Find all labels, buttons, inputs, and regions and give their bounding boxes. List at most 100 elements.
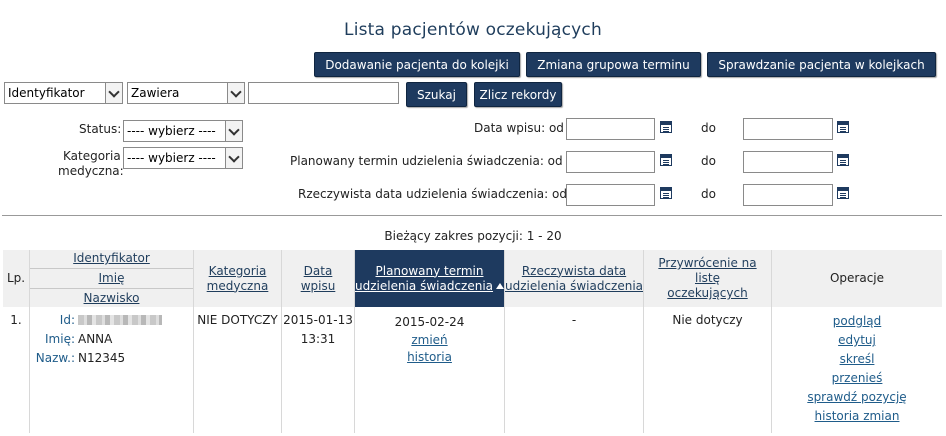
table-row-operations: podgląd edytuj skreśl przenieś sprawdź p… xyxy=(772,307,942,433)
check-patient-button[interactable]: Sprawdzanie pacjenta w kolejkach xyxy=(707,52,936,77)
entry-date-from-input[interactable] xyxy=(566,118,655,140)
table-row-planned-date: 2015-02-24 zmień historia xyxy=(355,307,505,433)
page-title: Lista pacjentów oczekujących xyxy=(344,20,602,40)
status-select[interactable]: ---- wybierz ---- xyxy=(123,120,243,142)
redacted-identifier xyxy=(78,315,162,325)
group-change-button[interactable]: Zmiana grupowa terminu xyxy=(526,52,701,77)
last-name-label: Nazw.: xyxy=(35,351,75,365)
entry-date-to-input[interactable] xyxy=(743,118,833,140)
search-field-value: Identyfikator xyxy=(8,86,85,100)
sort-entry-date-link[interactable]: Data wpisu xyxy=(301,264,336,294)
add-patient-button[interactable]: Dodawanie pacjenta do kolejki xyxy=(314,52,520,77)
table-row-restore: Nie dotyczy xyxy=(644,307,772,433)
actual-header-line2: udzielenia świadczenia xyxy=(505,278,644,293)
entry-time-value: 13:31 xyxy=(300,332,336,346)
column-header-restore[interactable]: Przywrócenie na listę oczekujących xyxy=(644,250,772,307)
table-row-category: NIE DOTYCZY xyxy=(194,307,282,433)
column-header-operations: Operacje xyxy=(772,250,942,307)
table-row-patient: Id: Imię: Nazw.: ANNA N12345 xyxy=(30,307,194,433)
actual-header-line1: Rzeczywista data xyxy=(521,263,627,278)
search-input[interactable] xyxy=(248,82,399,104)
divider xyxy=(2,215,942,216)
sort-identifier-link[interactable]: Identyfikator xyxy=(73,251,150,266)
id-label: Id: xyxy=(59,313,75,327)
category-header-line1: Kategoria xyxy=(208,263,267,278)
planned-date-to-label: do xyxy=(701,154,716,168)
operations-header-label: Operacje xyxy=(829,271,885,285)
status-label: Status: xyxy=(79,122,122,136)
sort-restore-link[interactable]: Przywrócenie na listę oczekujących xyxy=(644,256,771,301)
entry-header-line1: Data xyxy=(303,263,333,278)
calendar-icon[interactable] xyxy=(660,121,672,133)
header-separator xyxy=(30,288,193,289)
sort-category-link[interactable]: Kategoria medyczna xyxy=(207,264,269,294)
patient-labels: Id: Imię: Nazw.: xyxy=(36,311,75,368)
table-row-lp: 1. xyxy=(3,307,30,433)
column-header-actual-date[interactable]: Rzeczywista data udzielenia świadczenia xyxy=(505,250,644,307)
calendar-icon[interactable] xyxy=(660,187,672,199)
column-header-lp: Lp. xyxy=(3,250,30,307)
entry-date-to-label: do xyxy=(701,121,716,135)
chevron-down-icon xyxy=(227,83,244,103)
actual-date-to-input[interactable] xyxy=(743,184,833,206)
chevron-down-icon xyxy=(225,148,242,168)
sort-ascending-icon xyxy=(496,282,505,289)
column-header-patient: Identyfikator Imię Nazwisko xyxy=(30,250,194,307)
first-name-value: ANNA xyxy=(78,332,113,346)
entry-header-line2: wpisu xyxy=(300,278,336,293)
restore-header-line1: Przywrócenie na listę xyxy=(658,256,757,285)
calendar-icon[interactable] xyxy=(837,121,849,133)
category-header-line2: medyczna xyxy=(206,278,269,293)
planned-date-label: Planowany termin udzielenia świadczenia:… xyxy=(290,154,563,168)
status-value: ---- wybierz ---- xyxy=(127,124,216,138)
calendar-icon[interactable] xyxy=(837,187,849,199)
entry-date-label: Data wpisu: od xyxy=(474,121,564,135)
chevron-down-icon xyxy=(105,83,122,103)
actual-date-to-label: do xyxy=(701,187,716,201)
header-separator xyxy=(30,268,193,269)
count-records-button[interactable]: Zlicz rekordy xyxy=(474,82,562,107)
search-field-select[interactable]: Identyfikator xyxy=(4,82,123,104)
column-header-planned-date[interactable]: Planowany termin udzielenia świadczenia xyxy=(355,250,505,307)
strike-link[interactable]: skreśl xyxy=(840,352,875,366)
preview-link[interactable]: podgląd xyxy=(833,314,882,328)
sort-actual-date-link[interactable]: Rzeczywista data udzielenia świadczenia xyxy=(505,264,643,294)
column-header-lp-label: Lp. xyxy=(6,271,26,285)
actual-date-from-input[interactable] xyxy=(566,184,655,206)
change-link[interactable]: zmień xyxy=(411,333,447,347)
search-mode-select[interactable]: Zawiera xyxy=(127,82,245,104)
search-button[interactable]: Szukaj xyxy=(406,82,467,107)
sort-last-name-link[interactable]: Nazwisko xyxy=(84,291,140,306)
category-label-line2: medyczna: xyxy=(58,164,124,178)
sort-first-name-link[interactable]: Imię xyxy=(99,271,125,286)
column-header-category[interactable]: Kategoria medyczna xyxy=(194,250,282,307)
history-link[interactable]: historia xyxy=(407,350,452,364)
range-info: Bieżący zakres pozycji: 1 - 20 xyxy=(384,229,562,243)
calendar-icon[interactable] xyxy=(837,154,849,166)
search-mode-value: Zawiera xyxy=(131,86,180,100)
actual-date-label: Rzeczywista data udzielenia świadczenia:… xyxy=(298,187,567,201)
planned-header-line2: udzielenia świadczenia xyxy=(355,278,494,293)
entry-date-value: 2015-01-13 xyxy=(283,313,353,327)
restore-header-line2: oczekujących xyxy=(667,286,748,300)
move-link[interactable]: przenieś xyxy=(832,371,883,385)
last-name-value: N12345 xyxy=(78,351,126,365)
sort-planned-date-link[interactable]: Planowany termin udzielenia świadczenia xyxy=(355,263,505,294)
patient-values: ANNA N12345 xyxy=(78,311,162,368)
planned-header-line1: Planowany termin xyxy=(375,263,484,278)
planned-date-to-input[interactable] xyxy=(743,151,833,173)
table-row-entry-date: 2015-01-13 13:31 xyxy=(282,307,355,433)
planned-date-from-input[interactable] xyxy=(566,151,655,173)
column-header-entry-date[interactable]: Data wpisu xyxy=(282,250,355,307)
category-value: ---- wybierz ---- xyxy=(127,151,216,165)
change-history-link[interactable]: historia zmian xyxy=(815,409,900,423)
calendar-icon[interactable] xyxy=(660,154,672,166)
category-label: Kategoria xyxy=(63,149,121,163)
planned-date-value: 2015-02-24 xyxy=(394,315,465,329)
table-row-actual-date: - xyxy=(505,307,644,433)
category-select[interactable]: ---- wybierz ---- xyxy=(123,147,243,169)
chevron-down-icon xyxy=(225,121,242,141)
edit-link[interactable]: edytuj xyxy=(838,333,876,347)
check-position-link[interactable]: sprawdź pozycję xyxy=(807,390,906,404)
first-name-label: Imię: xyxy=(45,332,75,346)
